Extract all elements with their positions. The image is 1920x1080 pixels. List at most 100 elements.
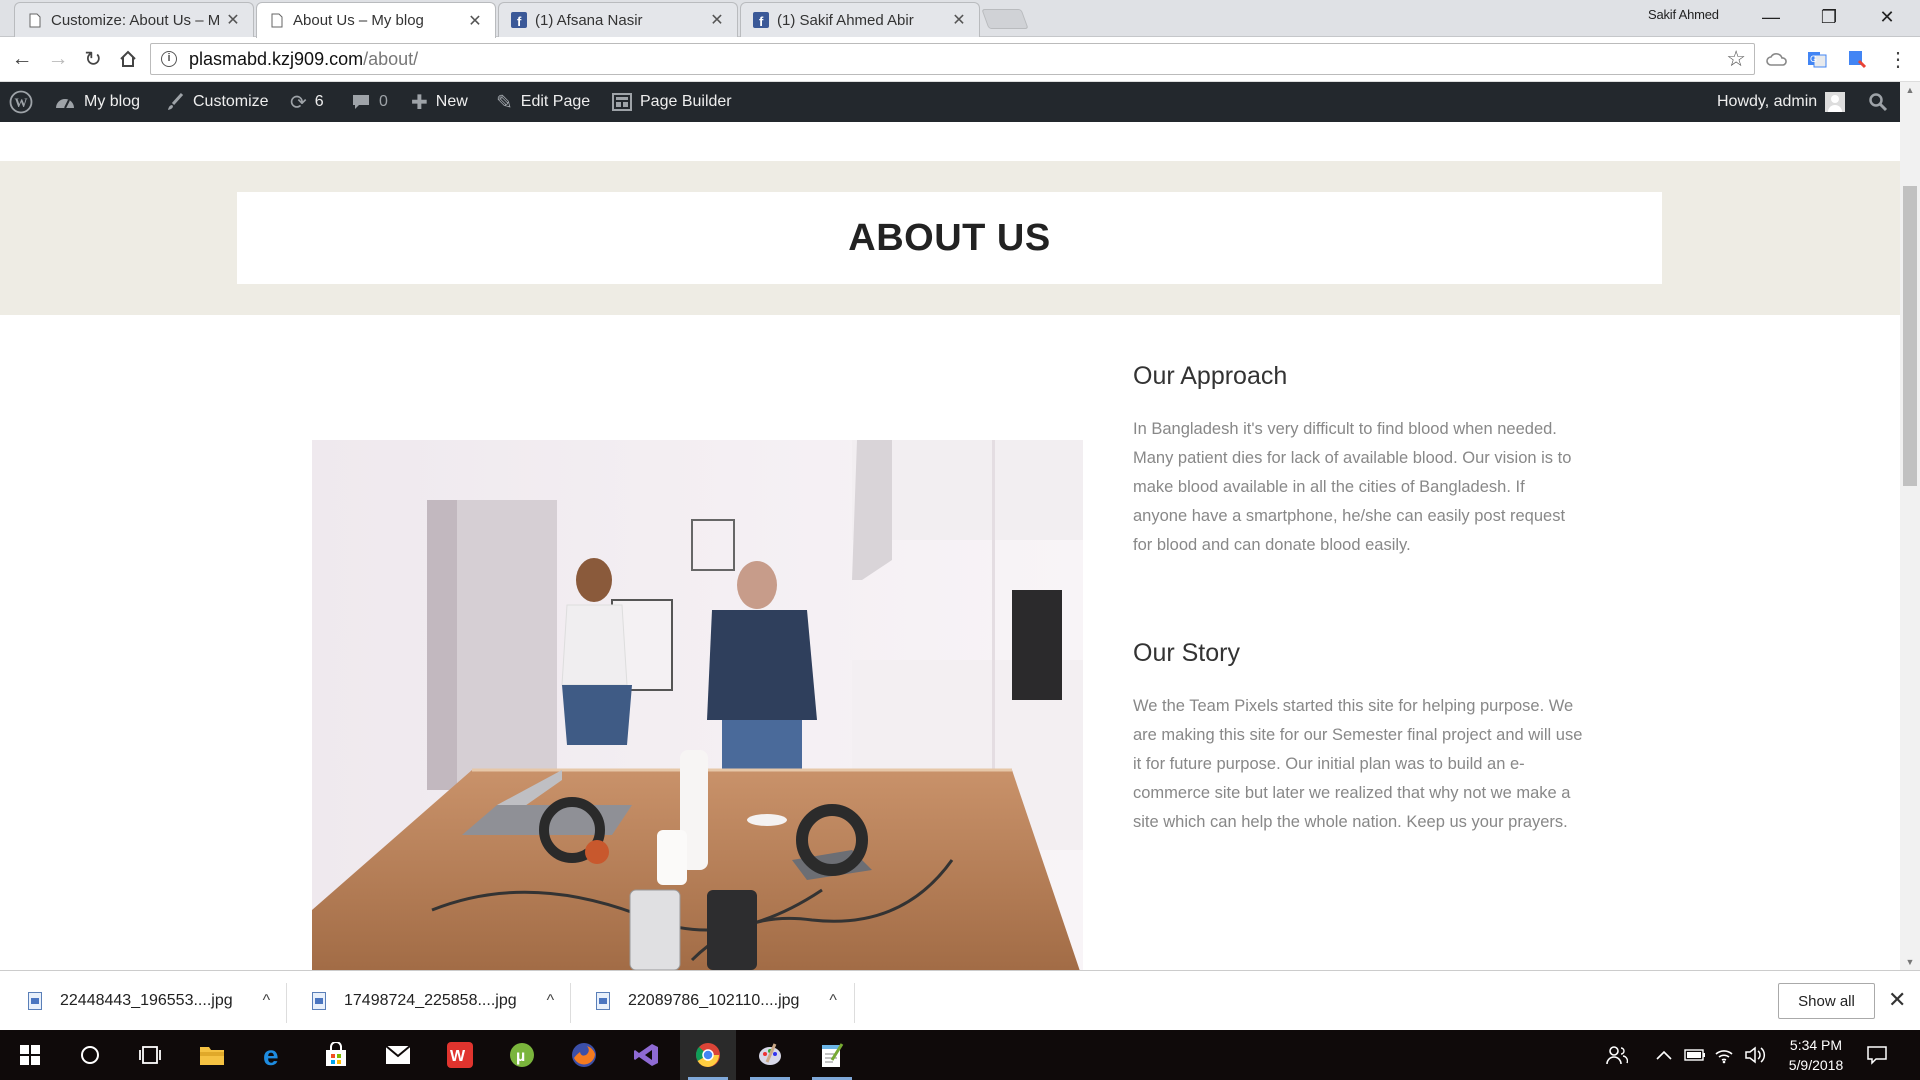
mail-icon[interactable] — [370, 1030, 426, 1080]
svg-text:f: f — [517, 14, 522, 28]
show-all-button[interactable]: Show all — [1778, 983, 1875, 1019]
download-item[interactable]: 22448443_196553....jpg ^ — [28, 971, 270, 1031]
section-text: We the Team Pixels started this site for… — [1133, 697, 1583, 831]
chevron-up-icon[interactable]: ^ — [829, 992, 837, 1010]
download-item[interactable]: 22089786_102110....jpg ^ — [596, 971, 837, 1031]
admin-updates[interactable]: ⟳ 6 — [290, 82, 324, 122]
forward-icon[interactable]: → — [44, 45, 72, 73]
tab-title: (1) Afsana Nasir — [535, 11, 643, 29]
action-center-icon[interactable] — [1866, 1030, 1888, 1080]
chrome-icon[interactable] — [680, 1030, 736, 1080]
utorrent-icon[interactable]: µ — [494, 1030, 550, 1080]
download-item[interactable]: 17498724_225858....jpg ^ — [312, 971, 554, 1031]
close-tab-icon[interactable]: ✕ — [467, 11, 483, 31]
chevron-up-icon[interactable]: ^ — [547, 992, 555, 1010]
image-file-icon — [312, 992, 326, 1010]
admin-page-builder[interactable]: Page Builder — [612, 82, 732, 122]
tab-customize[interactable]: Customize: About Us – M ✕ — [14, 2, 254, 37]
browser-toolbar: ← → ↻ i plasmabd.kzj909.com /about/ ☆ G … — [0, 37, 1920, 82]
pencil-icon: ✎ — [496, 91, 513, 114]
menu-kebab-icon[interactable]: ⋮ — [1886, 47, 1910, 71]
reload-icon[interactable]: ↻ — [79, 45, 107, 73]
home-icon[interactable] — [114, 45, 142, 73]
wifi-icon[interactable] — [1714, 1030, 1734, 1080]
close-shelf-icon[interactable]: ✕ — [1888, 987, 1906, 1013]
wps-icon[interactable]: W — [432, 1030, 488, 1080]
store-icon[interactable] — [308, 1030, 364, 1080]
svg-text:f: f — [759, 14, 764, 28]
scroll-down-icon[interactable]: ▼ — [1900, 954, 1920, 970]
visual-studio-icon[interactable] — [618, 1030, 674, 1080]
admin-account[interactable]: Howdy, admin — [1717, 82, 1846, 122]
updates-count: 6 — [314, 93, 324, 110]
new-tab-button[interactable] — [981, 9, 1029, 29]
svg-text:G: G — [1810, 54, 1817, 64]
profile-name[interactable]: Sakif Ahmed — [1648, 7, 1719, 22]
svg-text:W: W — [15, 95, 28, 110]
facebook-icon: f — [753, 12, 769, 28]
search-icon[interactable] — [62, 1030, 118, 1080]
admin-edit-page-label: Edit Page — [520, 93, 591, 110]
site-info-icon[interactable]: i — [161, 51, 177, 67]
page-content: ABOUT US Our Approach In Bangladesh it's… — [0, 122, 1900, 970]
page-title-box: ABOUT US — [237, 192, 1662, 284]
comment-icon — [351, 93, 371, 111]
image-file-icon — [28, 992, 42, 1010]
tab-title: About Us – My blog — [293, 12, 424, 29]
address-bar[interactable]: i plasmabd.kzj909.com /about/ ☆ — [150, 43, 1755, 75]
scrollbar-thumb[interactable] — [1903, 186, 1917, 486]
paint-icon[interactable] — [742, 1030, 798, 1080]
tab-sakif-ahmed-abir[interactable]: f (1) Sakif Ahmed Abir ✕ — [740, 2, 980, 37]
admin-comments[interactable]: 0 — [351, 82, 388, 122]
wordpress-logo-icon[interactable]: W — [9, 82, 33, 122]
minimize-icon[interactable]: — — [1742, 0, 1800, 34]
back-icon[interactable]: ← — [8, 45, 36, 73]
task-view-icon[interactable] — [122, 1030, 178, 1080]
wp-admin-bar: W My blog Customize ⟳ 6 0 ✚ New ✎ Edit P… — [0, 82, 1900, 122]
notepad-icon[interactable] — [804, 1030, 860, 1080]
page-scrollbar[interactable]: ▲ ▼ — [1900, 82, 1920, 970]
page-title: ABOUT US — [848, 216, 1051, 259]
admin-edit-page[interactable]: ✎ Edit Page — [496, 82, 590, 122]
divider — [570, 983, 571, 1023]
download-filename: 22089786_102110....jpg — [628, 992, 800, 1009]
people-icon[interactable] — [1606, 1030, 1628, 1080]
scroll-up-icon[interactable]: ▲ — [1900, 82, 1920, 98]
translate-extension-icon[interactable] — [1845, 47, 1869, 71]
admin-new-label: New — [435, 93, 468, 110]
file-explorer-icon[interactable] — [184, 1030, 240, 1080]
close-window-icon[interactable]: ✕ — [1858, 0, 1916, 34]
close-tab-icon[interactable]: ✕ — [951, 10, 967, 30]
admin-site-name: My blog — [84, 93, 141, 110]
plus-icon: ✚ — [411, 91, 428, 114]
battery-icon[interactable] — [1684, 1030, 1706, 1080]
admin-new[interactable]: ✚ New — [411, 82, 468, 122]
close-tab-icon[interactable]: ✕ — [225, 10, 241, 30]
page-header-band: ABOUT US — [0, 161, 1900, 315]
system-clock[interactable]: 5:34 PM 5/9/2018 — [1776, 1035, 1856, 1075]
page-builder-icon — [612, 93, 632, 111]
firefox-icon[interactable] — [556, 1030, 612, 1080]
google-translate-icon[interactable]: G — [1805, 47, 1829, 71]
admin-search-icon[interactable] — [1868, 82, 1888, 122]
tab-about-us[interactable]: About Us – My blog ✕ — [256, 2, 496, 38]
clock-date: 5/9/2018 — [1788, 1057, 1844, 1073]
admin-my-blog[interactable]: My blog — [54, 82, 140, 122]
admin-customize[interactable]: Customize — [165, 82, 269, 122]
comments-count: 0 — [379, 93, 388, 110]
bookmark-star-icon[interactable]: ☆ — [1726, 46, 1746, 72]
volume-icon[interactable] — [1744, 1030, 1766, 1080]
start-icon[interactable] — [2, 1030, 58, 1080]
download-shelf: 22448443_196553....jpg ^ 17498724_225858… — [0, 970, 1920, 1030]
chevron-up-icon[interactable] — [1656, 1030, 1672, 1080]
svg-text:e: e — [263, 1042, 279, 1068]
edge-icon[interactable]: e — [246, 1030, 302, 1080]
cloud-extension-icon[interactable] — [1765, 47, 1789, 71]
clock-time: 5:34 PM — [1789, 1037, 1843, 1053]
close-tab-icon[interactable]: ✕ — [709, 10, 725, 30]
tab-afsana-nasir[interactable]: f (1) Afsana Nasir ✕ — [498, 2, 738, 37]
howdy-label: Howdy, admin — [1717, 93, 1818, 110]
chevron-up-icon[interactable]: ^ — [263, 992, 271, 1010]
restore-icon[interactable]: ❐ — [1800, 0, 1858, 34]
page-icon — [269, 13, 285, 29]
